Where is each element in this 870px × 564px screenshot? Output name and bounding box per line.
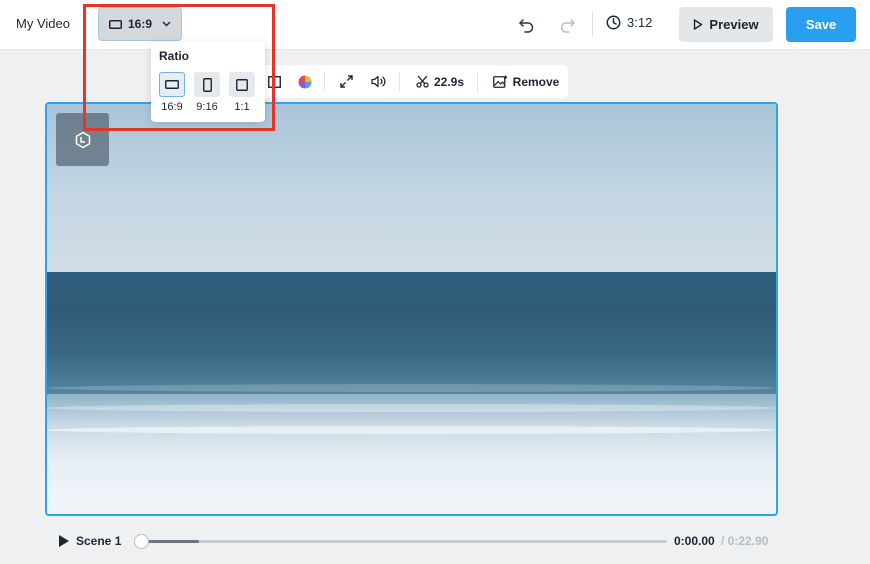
popup-title: Ratio <box>159 49 189 63</box>
ratio-popup: Ratio 16:9 9:16 1:1 <box>151 42 265 122</box>
wave-line <box>47 384 776 392</box>
expand-icon <box>339 75 353 88</box>
image-remove-icon <box>492 75 507 88</box>
logo-icon <box>75 131 90 148</box>
total-duration: 3:12 <box>606 15 652 30</box>
landscape-ratio-icon <box>109 19 122 29</box>
color-filter-button[interactable] <box>295 65 315 98</box>
trim-duration: 22.9s <box>433 74 465 89</box>
portrait-ratio-icon <box>202 77 212 92</box>
volume-button[interactable] <box>368 65 388 98</box>
preview-button[interactable]: Preview <box>679 7 773 42</box>
chevron-down-icon <box>162 21 171 27</box>
volume-icon <box>370 75 385 88</box>
clock-icon <box>606 15 621 30</box>
timeline-progress <box>141 540 199 543</box>
square-ratio-icon <box>236 78 248 91</box>
scene-label: Scene 1 <box>76 534 122 548</box>
play-icon <box>694 19 703 30</box>
total-time: / 0:22.90 <box>721 534 769 548</box>
timeline-track[interactable] <box>141 540 667 543</box>
ratio-option-label: 1:1 <box>234 101 250 113</box>
ratio-option-16-9[interactable] <box>159 72 185 97</box>
scissors-icon <box>416 75 429 88</box>
toolbar-divider <box>477 72 478 91</box>
video-surf <box>47 394 776 514</box>
ratio-option-1-1[interactable] <box>229 72 255 97</box>
undo-icon[interactable] <box>517 15 537 35</box>
logo-placeholder[interactable] <box>56 113 109 166</box>
remove-background-button[interactable]: Remove <box>490 65 562 98</box>
ratio-dropdown-button[interactable]: 16:9 <box>98 7 182 41</box>
toolbar-divider <box>324 72 325 91</box>
split-layout-button[interactable] <box>264 65 284 98</box>
ratio-option-label: 16:9 <box>161 101 183 113</box>
video-sky <box>47 104 776 274</box>
project-title[interactable]: My Video <box>16 16 70 31</box>
current-time: 0:00.00 <box>674 534 715 548</box>
top-header: My Video 16:9 3:12 Preview Save <box>0 0 870 50</box>
wave-line <box>47 426 776 434</box>
landscape-ratio-icon <box>165 80 179 89</box>
ratio-option-label: 9:16 <box>196 101 218 113</box>
ratio-button-label: 16:9 <box>128 17 153 31</box>
scene-toolbar: 22.9s Remove <box>258 65 568 98</box>
play-icon[interactable] <box>57 534 71 548</box>
timeline-scrubber[interactable] <box>134 534 149 549</box>
header-divider <box>592 11 593 37</box>
wave-line <box>47 404 776 412</box>
save-button[interactable]: Save <box>786 7 856 42</box>
preview-label: Preview <box>709 17 759 32</box>
color-wheel-icon <box>298 75 312 88</box>
trim-button[interactable]: 22.9s <box>412 65 468 98</box>
ratio-option-9-16[interactable] <box>194 72 220 97</box>
remove-label: Remove <box>512 74 560 89</box>
split-layout-icon <box>267 75 281 88</box>
video-sea <box>47 272 776 402</box>
toolbar-divider <box>399 72 400 91</box>
duration-text: 3:12 <box>627 15 653 30</box>
redo-icon[interactable] <box>557 15 577 35</box>
video-preview[interactable] <box>45 102 778 516</box>
fullscreen-button[interactable] <box>336 65 356 98</box>
